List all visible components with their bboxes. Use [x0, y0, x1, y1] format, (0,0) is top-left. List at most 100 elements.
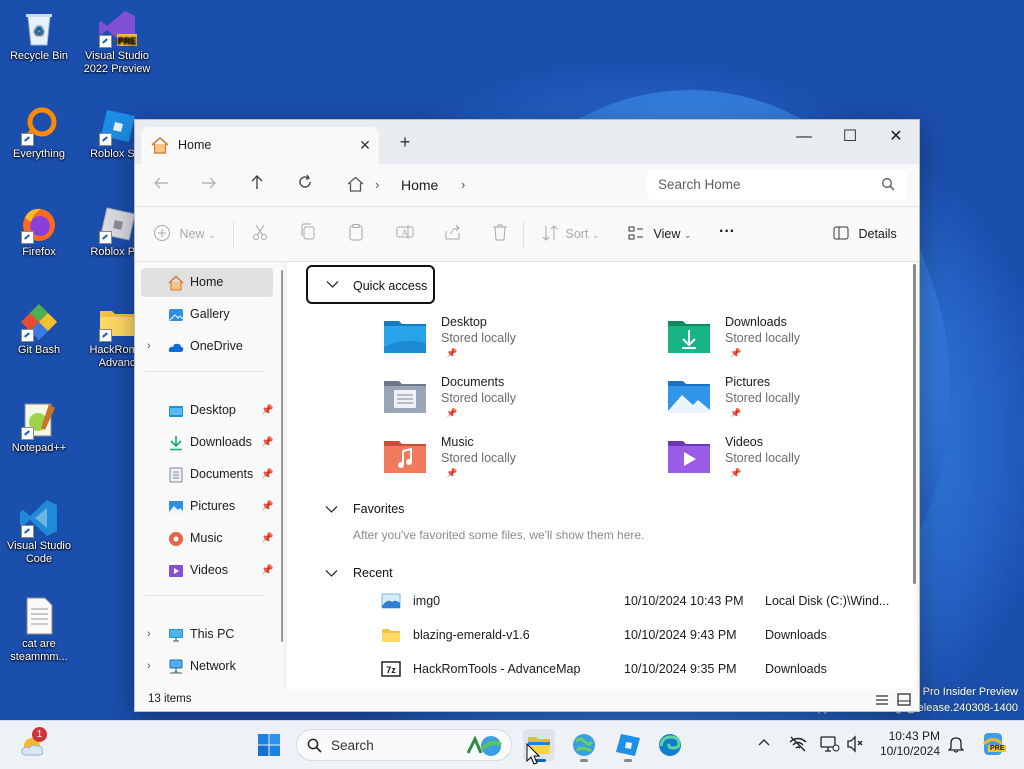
taskbar-search-box[interactable]: Search — [296, 729, 512, 761]
refresh-button[interactable] — [291, 172, 319, 198]
volume-muted-icon — [847, 735, 863, 753]
everything-search-icon — [19, 106, 59, 146]
tiles-view-icon[interactable] — [897, 693, 911, 706]
desktop-icon-firefox[interactable]: Firefox — [2, 204, 76, 259]
new-tab-button[interactable]: + — [393, 133, 417, 153]
taskbar-edge[interactable] — [654, 729, 686, 761]
back-button[interactable] — [147, 172, 175, 198]
chevron-right-icon[interactable]: › — [147, 620, 151, 649]
delete-button[interactable] — [492, 223, 508, 245]
document-icon — [169, 467, 183, 483]
chevron-down-icon — [325, 502, 338, 517]
desktop-icon-notepad-plus-plus[interactable]: Notepad++ — [2, 400, 76, 455]
pin-icon[interactable]: 📌 — [261, 556, 273, 585]
tab-home[interactable]: Home ✕ — [141, 127, 379, 164]
breadcrumb-home[interactable]: Home — [401, 177, 438, 193]
nav-item-network[interactable]: › Network — [141, 652, 273, 681]
trash-icon — [493, 224, 507, 241]
rename-button[interactable]: A — [396, 223, 414, 245]
nav-item-home[interactable]: Home — [141, 268, 273, 297]
chevron-right-icon[interactable]: › — [147, 332, 151, 361]
pin-icon: 📌 — [446, 348, 458, 358]
maximize-button[interactable]: ☐ — [827, 122, 873, 152]
chevron-down-icon — [326, 277, 339, 292]
minimize-button[interactable]: — — [781, 122, 827, 152]
desktop-icon-text-file[interactable]: cat are steammm... — [2, 596, 76, 664]
pin-icon[interactable]: 📌 — [261, 396, 273, 425]
image-file-icon — [381, 593, 401, 609]
nav-item-gallery[interactable]: Gallery — [141, 300, 273, 329]
recent-row[interactable]: blazing-emerald-v1.6 10/10/2024 9:43 PM … — [377, 620, 897, 650]
roblox-studio-icon — [97, 106, 137, 146]
weather-widget-button[interactable]: 1 — [18, 727, 50, 761]
recent-row[interactable]: img0 10/10/2024 10:43 PM Local Disk (C:)… — [377, 586, 897, 616]
forward-button[interactable] — [195, 172, 223, 198]
new-button[interactable]: New ⌄ — [153, 223, 216, 245]
tab-close-button[interactable]: ✕ — [355, 135, 375, 155]
chevron-right-icon[interactable]: › — [461, 177, 465, 192]
start-button[interactable] — [257, 733, 281, 760]
nav-item-documents[interactable]: Documents 📌 — [141, 460, 273, 489]
volume-button[interactable] — [846, 735, 864, 756]
scissors-icon — [253, 224, 267, 240]
notifications-button[interactable] — [947, 735, 965, 756]
pin-icon[interactable]: 📌 — [261, 460, 273, 489]
show-hidden-icons-button[interactable] — [758, 735, 770, 749]
cut-button[interactable] — [252, 223, 268, 245]
search-input[interactable]: Search Home — [647, 170, 907, 200]
pin-icon: 📌 — [446, 468, 458, 478]
content-scrollbar[interactable] — [913, 264, 916, 584]
pin-icon[interactable]: 📌 — [261, 428, 273, 457]
desktop-icon-everything[interactable]: Everything — [2, 106, 76, 161]
close-button[interactable]: ✕ — [873, 122, 919, 152]
copilot-button[interactable]: PRE — [980, 731, 1007, 757]
pin-icon[interactable]: 📌 — [261, 492, 273, 521]
pane-scrollbar[interactable] — [281, 270, 283, 642]
more-options-button[interactable]: ··· — [719, 221, 735, 243]
desktop-icon-vs-code[interactable]: Visual Studio Code — [2, 498, 76, 566]
details-button[interactable]: Details — [833, 223, 897, 245]
recycle-bin-icon: ♻ — [19, 8, 59, 48]
taskbar-roblox-studio[interactable] — [612, 729, 644, 762]
details-view-icon[interactable] — [875, 694, 889, 706]
home-icon — [151, 136, 169, 157]
nav-item-onedrive[interactable]: › OneDrive — [141, 332, 273, 361]
clipboard-icon — [349, 224, 363, 241]
taskbar-app-globe[interactable] — [568, 729, 600, 762]
sort-button[interactable]: Sort ⌄ — [542, 223, 599, 245]
copilot-pre-badge: PRE — [988, 745, 1007, 752]
view-button[interactable]: View ⌄ — [628, 223, 691, 245]
desktop-icon-recycle-bin[interactable]: ♻ Recycle Bin — [2, 8, 76, 63]
address-bar[interactable]: › Home › — [343, 170, 636, 200]
copy-button[interactable] — [300, 223, 316, 245]
nav-item-downloads[interactable]: Downloads 📌 — [141, 428, 273, 457]
item-count: 13 items — [148, 693, 192, 705]
desktop-folder-icon — [169, 406, 183, 417]
desktop-folder-icon — [384, 321, 426, 353]
nav-item-videos[interactable]: Videos 📌 — [141, 556, 273, 585]
chevron-right-icon: › — [375, 177, 380, 192]
edge-browser-icon — [659, 734, 681, 756]
nav-item-desktop[interactable]: Desktop 📌 — [141, 396, 273, 425]
nav-item-pictures[interactable]: Pictures 📌 — [141, 492, 273, 521]
navigation-bar: › Home › Search Home — [135, 164, 919, 207]
share-button[interactable] — [444, 223, 462, 245]
display-settings-button[interactable] — [820, 735, 840, 756]
vscode-icon — [19, 498, 59, 538]
recent-row[interactable]: 7z HackRomTools - AdvanceMap 10/10/2024 … — [377, 654, 897, 684]
download-arrow-icon — [170, 436, 182, 451]
quick-access-header[interactable]: Quick access — [306, 265, 435, 304]
network-status-button[interactable] — [788, 735, 808, 756]
navigation-pane: Home Gallery › OneDrive Desktop 📌 Downlo… — [135, 262, 283, 690]
nav-item-this-pc[interactable]: › This PC — [141, 620, 273, 649]
paste-button[interactable] — [348, 223, 364, 245]
desktop-icon-git-bash[interactable]: Git Bash — [2, 302, 76, 357]
chevron-right-icon[interactable]: › — [147, 652, 151, 681]
pictures-icon — [169, 501, 183, 513]
desktop-icon-visual-studio-2022[interactable]: PRE Visual Studio 2022 Preview — [80, 8, 154, 76]
pin-icon[interactable]: 📌 — [261, 524, 273, 553]
up-button[interactable] — [243, 172, 271, 198]
clock[interactable]: 10:43 PM 10/10/2024 — [868, 729, 940, 759]
nav-item-music[interactable]: Music 📌 — [141, 524, 273, 553]
home-icon[interactable] — [347, 176, 364, 195]
